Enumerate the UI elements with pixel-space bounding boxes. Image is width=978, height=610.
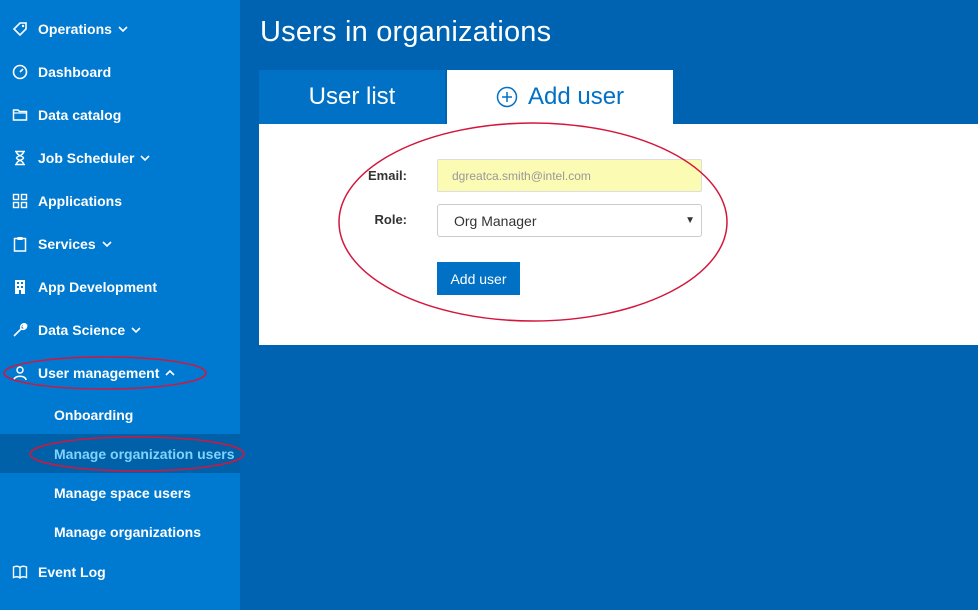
- email-field[interactable]: [437, 159, 702, 192]
- tab-user-list[interactable]: User list: [259, 70, 445, 124]
- tab-label: Add user: [527, 83, 625, 110]
- sidebar-subitem-manage-space-users[interactable]: Manage space users: [0, 473, 240, 512]
- sidebar-item-job-scheduler[interactable]: Job Scheduler: [0, 136, 240, 179]
- email-label: Email:: [367, 168, 407, 183]
- users-icon: [12, 365, 28, 381]
- sidebar-item-label: App Development: [38, 278, 158, 295]
- chevron-down-icon: [118, 24, 128, 34]
- page-title: Users in organizations: [260, 16, 552, 48]
- clipboard-icon: [12, 236, 28, 252]
- hourglass-icon: [12, 150, 28, 166]
- wrench-icon: [12, 322, 28, 338]
- sidebar-item-data-science[interactable]: Data Science: [0, 308, 240, 351]
- sidebar-item-app-development[interactable]: App Development: [0, 265, 240, 308]
- sidebar-subitem-manage-organizations[interactable]: Manage organizations: [0, 512, 240, 551]
- sidebar-item-operations[interactable]: Operations: [0, 7, 240, 50]
- role-label: Role:: [374, 212, 408, 227]
- sidebar-item-data-catalog[interactable]: Data catalog: [0, 93, 240, 136]
- sidebar-subitem-label: Onboarding: [54, 406, 134, 423]
- sidebar-item-event-log[interactable]: Event Log: [0, 550, 240, 593]
- sidebar-subitem-manage-organization-users[interactable]: Manage organization users: [0, 434, 240, 473]
- sidebar-item-label: Data catalog: [38, 106, 122, 123]
- tab-add-user[interactable]: Add user: [447, 70, 673, 124]
- sidebar-subitem-label: Manage organization users: [54, 445, 235, 462]
- plus-circle-icon: [496, 86, 518, 108]
- sidebar-item-label: Event Log: [38, 563, 106, 580]
- grid-icon: [12, 193, 28, 209]
- book-icon: [12, 564, 28, 580]
- caret-down-icon: ▼: [685, 215, 695, 226]
- chevron-down-icon: [131, 325, 141, 335]
- sidebar-item-label: Dashboard: [38, 63, 112, 80]
- sidebar-subitem-label: Manage space users: [54, 484, 191, 501]
- sidebar-item-label: Applications: [38, 192, 123, 209]
- sidebar-item-label: Job Scheduler: [38, 149, 135, 166]
- sidebar-item-label: User management: [38, 364, 160, 381]
- sidebar-item-applications[interactable]: Applications: [0, 179, 240, 222]
- sidebar-item-label: Services: [38, 235, 96, 252]
- chevron-up-icon: [165, 368, 175, 378]
- gauge-icon: [12, 64, 28, 80]
- tab-label: User list: [308, 83, 396, 110]
- sidebar: Operations Dashboard Data catalog Job Sc…: [0, 0, 240, 610]
- building-icon: [12, 279, 28, 295]
- sidebar-item-label: Operations: [38, 20, 112, 37]
- tag-icon: [12, 21, 28, 37]
- role-select[interactable]: Org Manager ▼: [437, 204, 702, 237]
- sidebar-item-dashboard[interactable]: Dashboard: [0, 50, 240, 93]
- chevron-down-icon: [140, 153, 151, 163]
- sidebar-subitem-label: Manage organizations: [54, 523, 202, 540]
- sidebar-subitem-onboarding[interactable]: Onboarding: [0, 395, 240, 434]
- sidebar-item-services[interactable]: Services: [0, 222, 240, 265]
- chevron-down-icon: [102, 239, 112, 249]
- folder-icon: [12, 107, 28, 123]
- sidebar-item-label: Data Science: [38, 321, 126, 338]
- sidebar-item-user-management[interactable]: User management: [0, 351, 240, 394]
- role-select-value: Org Manager: [454, 212, 537, 229]
- add-user-button[interactable]: Add user: [437, 262, 520, 295]
